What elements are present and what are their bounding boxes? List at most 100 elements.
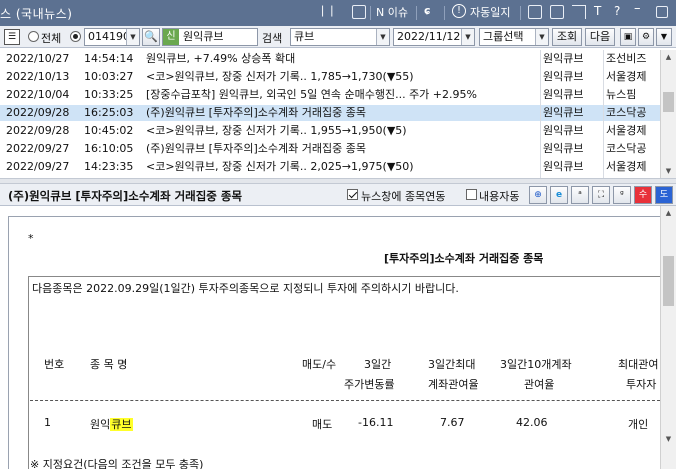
news-date: 2022/10/04 [6,88,70,101]
chevron-down-icon[interactable]: ▼ [376,29,389,45]
document-scrollbar[interactable]: ▲ ▼ [660,206,676,469]
notice-text: 다음종목은 2022.09.29일(1일간) 투자주의종목으로 지정되니 투자에… [32,282,459,295]
news-source: 뉴스핌 [606,88,637,101]
news-time: 14:23:35 [84,160,134,173]
news-date: 2022/10/13 [6,70,70,83]
date-input[interactable]: 2022/11/12 ▼ [393,28,475,46]
scroll-up-icon[interactable]: ▲ [661,206,676,220]
issue-button[interactable]: N 이슈 [376,4,408,20]
news-row[interactable]: 2022/10/13 10:03:27 <코>원익큐브, 장중 신저가 기록.. 1… [0,69,660,85]
vertical-bars-icon[interactable]: ❘❘ [318,4,336,17]
gear-icon[interactable]: ⚙ [638,28,654,46]
search-icon[interactable]: 🔍 [142,28,160,46]
scroll-thumb[interactable] [663,92,674,112]
news-time: 16:10:05 [84,142,134,155]
news-title: <코>원익큐브, 장중 신저가 기록.. 1,955→1,950(▼5) [146,124,407,137]
row-max-account: 7.67 [440,416,465,429]
scroll-down-icon[interactable]: ▼ [661,432,676,446]
news-list-scrollbar[interactable]: ▲ ▼ [660,50,676,178]
chevron-down-icon[interactable]: ▼ [535,29,548,45]
news-source: 코스닥공 [606,142,647,155]
chevron-down-icon[interactable]: ▼ [656,28,672,46]
news-title: <코>원익큐브, 장중 신저가 기록.. 2,025→1,975(▼50) [146,160,414,173]
minus-button[interactable]: 도 [655,186,673,204]
browser-icon[interactable]: e [550,186,568,204]
all-label: 전체 [41,32,62,45]
expand-icon[interactable]: ⛶ [592,186,610,204]
col-name: 종 목 명 [90,358,128,371]
query-button[interactable]: 조회 [552,28,582,46]
news-document: * [투자주의]소수계좌 거래집중 종목 다음종목은 2022.09.29일(1… [0,206,676,469]
link-icon[interactable] [528,5,542,19]
news-date: 2022/09/28 [6,106,70,119]
all-radio[interactable] [28,31,39,42]
news-row[interactable]: 2022/09/27 16:10:05 (주)원익큐브 [투자주의]소수계좌 거래집… [0,141,660,157]
news-title: <코>원익큐브, 장중 신저가 기록.. 1,785→1,730(▼55) [146,70,414,83]
next-button[interactable]: 다음 [585,28,615,46]
stock-code-input[interactable]: 014190 ▼ [84,28,140,46]
column-divider [540,50,541,178]
chevron-down-icon[interactable]: ▼ [461,29,474,45]
window-title: 스 (국내뉴스) [0,7,73,21]
auto-content-label: 내용자동 [479,190,520,203]
news-title: (주)원익큐브 [투자주의]소수계좌 거래집중 종목 [146,106,366,119]
list-icon[interactable]: ☰ [4,29,20,45]
stock-name-field[interactable]: 신 원익큐브 [162,28,258,46]
scroll-thumb[interactable] [663,256,674,306]
zoom-icon[interactable]: ⊕ [529,186,547,204]
news-time: 10:45:02 [84,124,134,137]
search-value: 큐브 [294,30,315,43]
row-price-change: -16.11 [358,416,394,429]
plus-button[interactable]: 수 [634,186,652,204]
news-row[interactable]: 2022/09/27 14:23:35 <코>원익큐브, 장중 신저가 기록.. 2… [0,159,660,175]
code-radio[interactable] [70,31,81,42]
chevron-down-icon[interactable]: ▼ [126,29,139,45]
news-title: 원익큐브, +7.49% 상승폭 확대 [146,52,296,65]
pin-icon[interactable] [572,5,586,19]
link-news-checkbox[interactable] [347,189,358,200]
col-top10-sub: 관여율 [524,378,555,391]
col-side: 매도/수 [302,358,337,371]
maximize-icon[interactable] [656,6,668,18]
news-row[interactable]: 2022/10/04 10:33:25 [장중수급포착] 원익큐브, 외국인 5일 … [0,87,660,103]
news-row[interactable]: 2022/09/28 10:45:02 <코>원익큐브, 장중 신저가 기록.. 1… [0,123,660,139]
col-max-account: 3일간최대 [428,358,476,371]
stock-code-value: 014190 [88,30,130,43]
col-max-share-sub: 투자자 [626,378,657,391]
footer-partial-text: ※ 지정요건(다음의 조건을 모두 충족) [30,458,204,469]
app-logo-icon[interactable]: ɕ [424,4,431,17]
column-divider [603,50,604,178]
news-row[interactable]: 2022/10/27 14:54:14 원익큐브, +7.49% 상승폭 확대 원익큐… [0,51,660,67]
auto-journal-button[interactable]: 자동일지 [470,4,510,20]
news-source: 서울경제 [606,70,647,83]
news-item: 원익큐브 [543,160,584,173]
col-top10: 3일간10개계좌 [500,358,572,371]
news-item: 원익큐브 [543,52,584,65]
scroll-down-icon[interactable]: ▼ [661,164,676,178]
minimize-icon[interactable]: – [634,1,641,16]
news-time: 14:54:14 [84,52,134,65]
table-divider [30,400,660,401]
detail-header: (주)원익큐브 [투자주의]소수계좌 거래집중 종목 뉴스창에 종목연동 내용자… [0,184,676,206]
col-max-share: 최대관여 [618,358,659,371]
col-no: 번호 [44,358,65,371]
search-input[interactable]: 큐브 ▼ [290,28,390,46]
group-select[interactable]: 그룹선택 ▼ [479,28,549,46]
row-name: 원익큐브 [90,416,133,432]
stock-name-value: 원익큐브 [183,30,224,43]
news-row[interactable]: 2022/09/28 16:25:03 (주)원익큐브 [투자주의]소수계좌 거래집… [0,105,660,121]
print-icon[interactable]: ▣ [620,28,636,46]
font-large-icon[interactable]: ᵍ [613,186,631,204]
window-icon[interactable] [352,5,366,19]
copy-icon[interactable] [550,5,564,19]
auto-content-checkbox[interactable] [466,189,477,200]
news-item: 원익큐브 [543,142,584,155]
help-button[interactable]: ? [614,4,620,18]
text-size-button[interactable]: T [594,4,601,18]
divider [370,6,371,20]
new-badge: 신 [163,29,179,45]
info-icon[interactable]: ! [452,4,466,18]
scroll-up-icon[interactable]: ▲ [661,50,676,64]
divider [520,6,521,20]
font-small-icon[interactable]: ᵃ [571,186,589,204]
